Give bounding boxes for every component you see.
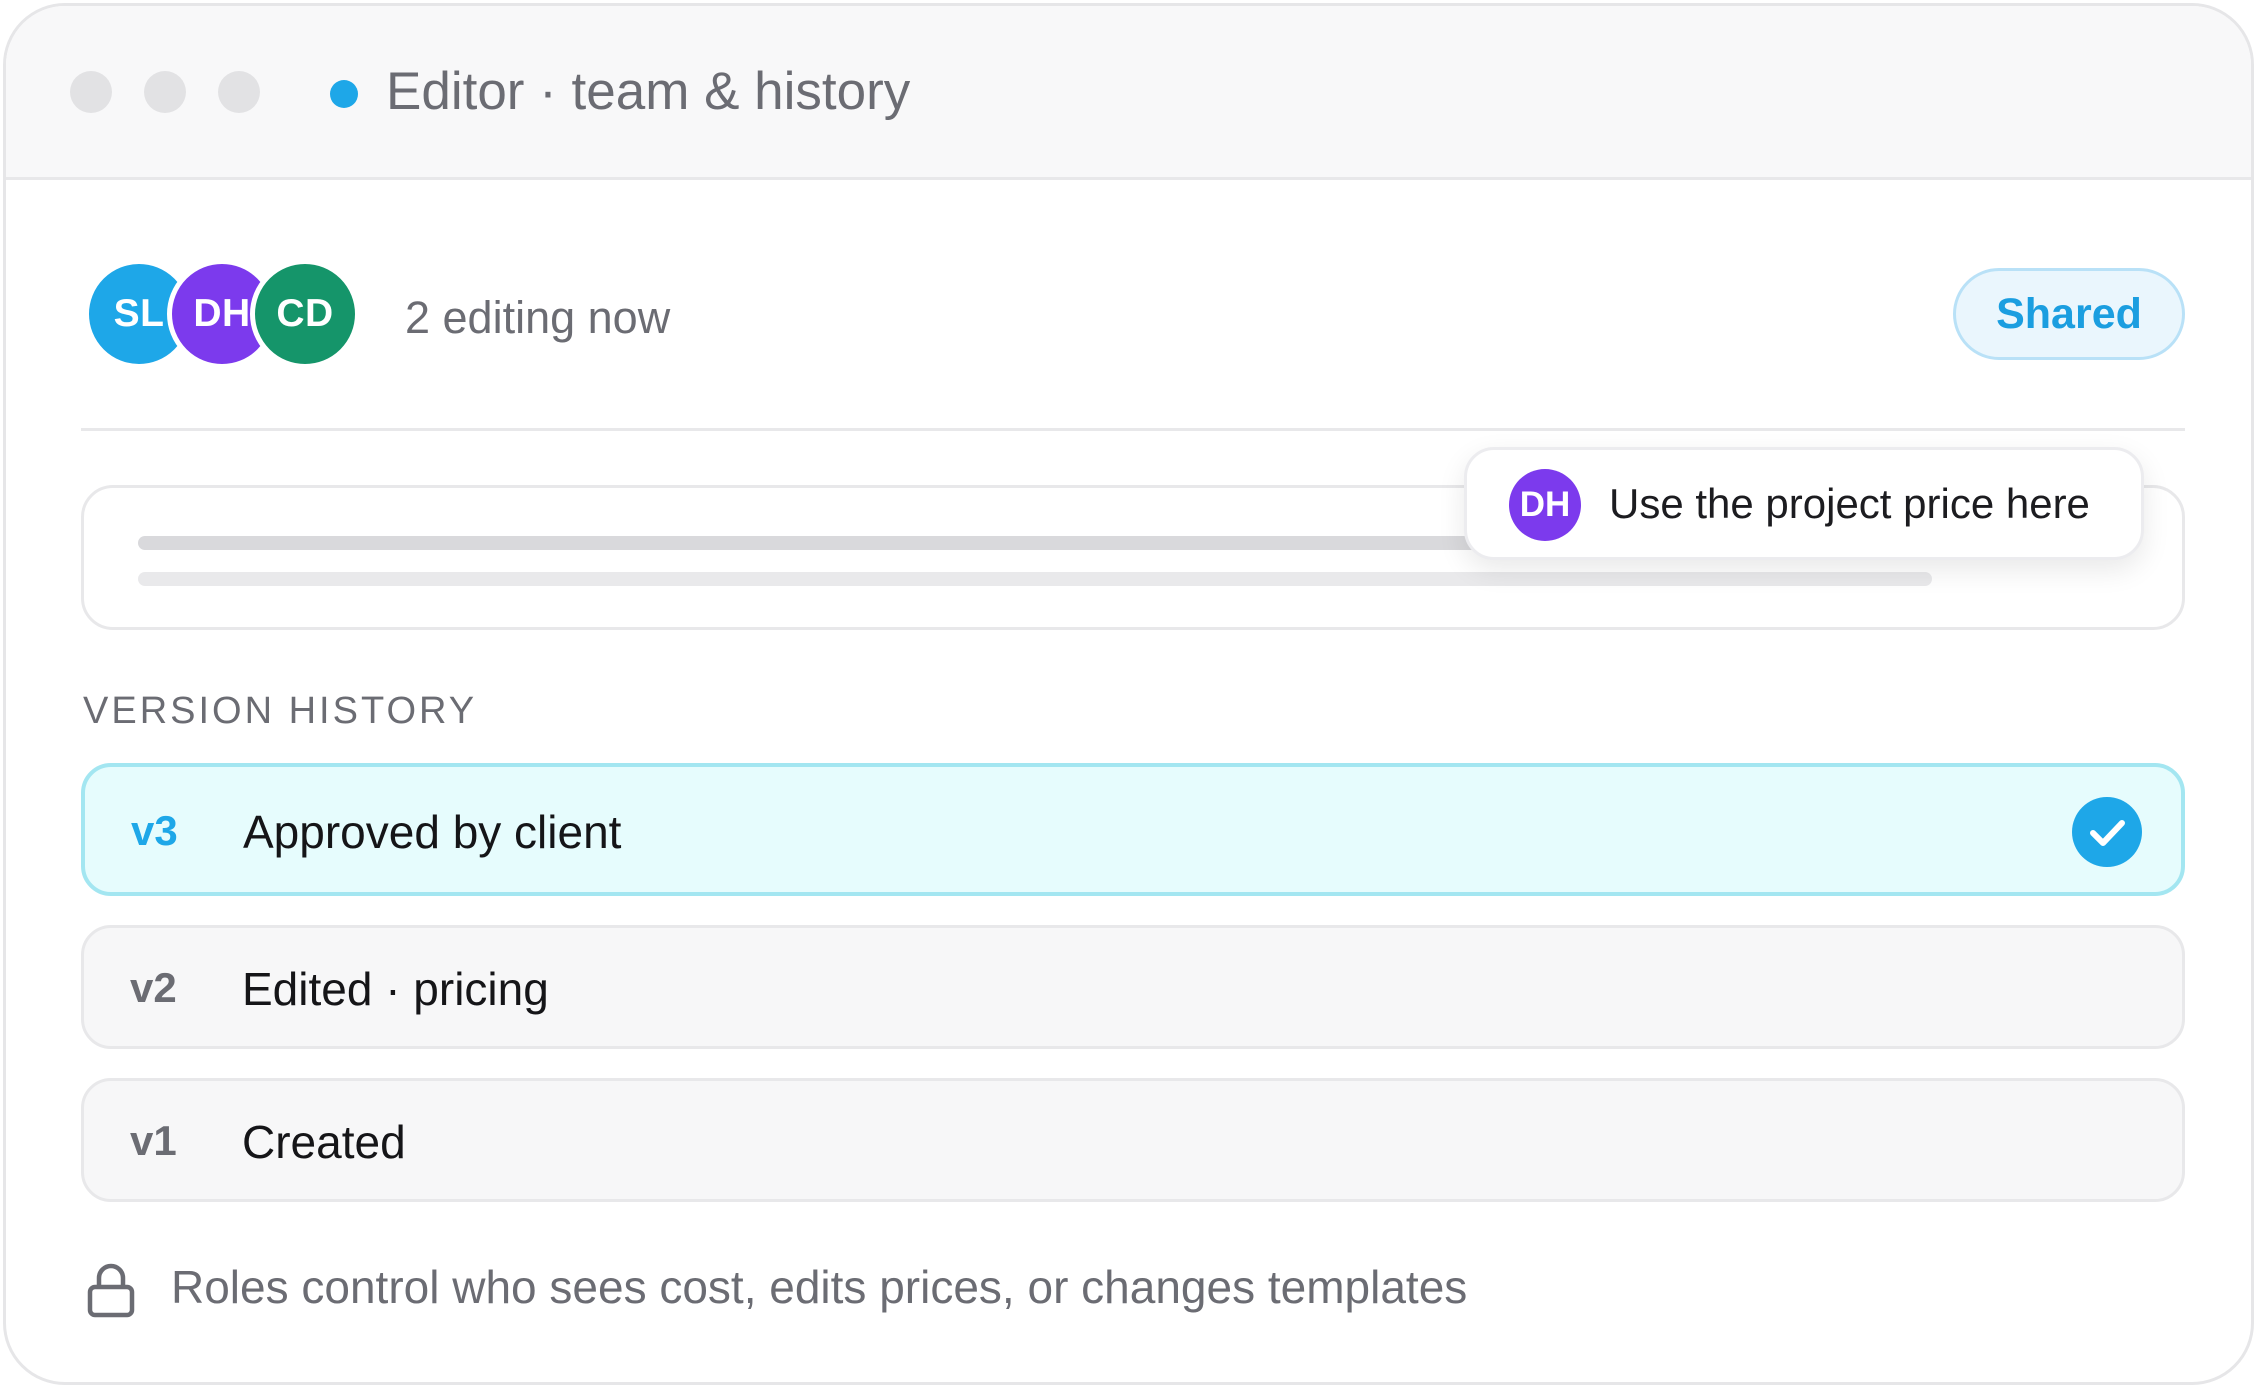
comment-text: Use the project price here [1609, 480, 2090, 527]
text-line-placeholder [138, 572, 1932, 586]
shared-label: Shared [1996, 289, 2142, 338]
avatar-cd[interactable]: CD [250, 259, 360, 369]
editing-count: 2 editing now [405, 292, 671, 343]
window-title: Editor · team & history [386, 62, 911, 121]
minimize-window-button[interactable] [144, 71, 186, 113]
roles-note: Roles control who sees cost, edits price… [171, 1261, 1468, 1313]
version-label: Edited · pricing [242, 963, 549, 1015]
version-number: v1 [130, 1117, 177, 1164]
version-row-v1[interactable]: v1 Created [81, 1078, 2185, 1202]
text-line-placeholder [138, 536, 1538, 550]
editor-window: Editor · team & history SL DH CD 2 editi… [3, 3, 2254, 1385]
comment-avatar-initials: DH [1519, 485, 1571, 524]
maximize-window-button[interactable] [218, 71, 260, 113]
version-row-v3[interactable]: v3 Approved by client [81, 763, 2185, 896]
close-window-button[interactable] [70, 71, 112, 113]
avatar-initials: DH [193, 292, 251, 335]
avatar-initials: CD [276, 292, 334, 335]
version-history-heading: VERSION HISTORY [83, 690, 478, 732]
divider [81, 428, 2185, 431]
version-number: v2 [130, 964, 177, 1011]
version-row-v2[interactable]: v2 Edited · pricing [81, 925, 2185, 1049]
lock-icon [86, 1262, 136, 1318]
status-dot-icon [330, 80, 358, 108]
comment-avatar: DH [1509, 469, 1581, 541]
version-label: Created [242, 1116, 406, 1168]
check-icon [2072, 797, 2142, 867]
version-number: v3 [131, 807, 178, 854]
comment-bubble[interactable]: DH Use the project price here [1464, 447, 2144, 560]
shared-button[interactable]: Shared [1953, 268, 2185, 360]
title-bar: Editor · team & history [6, 6, 2251, 180]
avatar-initials: SL [113, 292, 165, 335]
version-label: Approved by client [243, 806, 622, 858]
